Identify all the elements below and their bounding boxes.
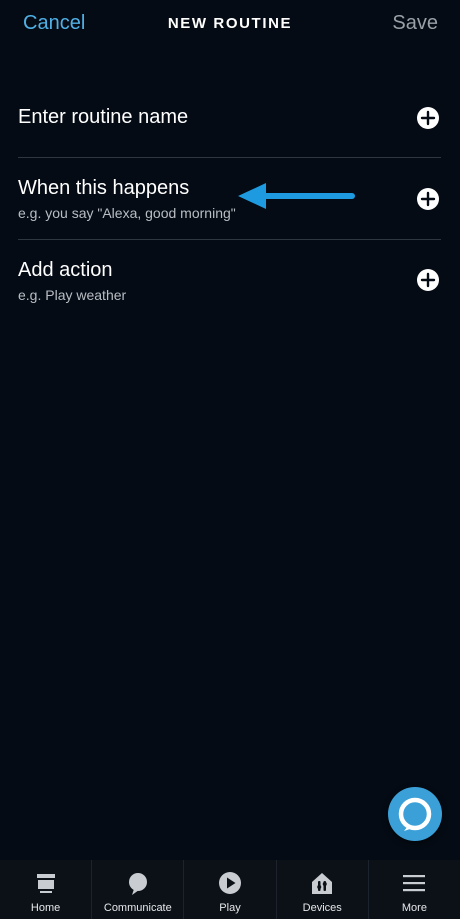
speech-bubble-icon: [128, 873, 147, 895]
add-action-hint: e.g. Play weather: [18, 287, 127, 303]
tab-devices[interactable]: Devices: [277, 860, 369, 919]
tab-play-label: Play: [219, 902, 241, 914]
add-trigger-plus-icon[interactable]: [417, 188, 439, 210]
divider: [18, 239, 441, 240]
alexa-icon: [398, 797, 432, 831]
add-name-plus-icon[interactable]: [417, 107, 439, 129]
devices-icon: [312, 873, 333, 894]
home-icon: [36, 874, 55, 893]
play-icon: [219, 872, 241, 894]
tab-home[interactable]: Home: [0, 860, 93, 919]
tab-play[interactable]: Play: [184, 860, 277, 919]
save-button[interactable]: Save: [392, 12, 438, 35]
tab-home-label: Home: [30, 902, 61, 914]
menu-icon: [403, 875, 426, 892]
add-action-row[interactable]: Add action e.g. Play weather: [18, 259, 441, 309]
add-action-label: Add action: [18, 259, 113, 281]
tab-devices-label: Devices: [302, 902, 342, 914]
arrow-left-icon: [238, 183, 355, 209]
routine-name-label: Enter routine name: [18, 106, 189, 128]
when-this-happens-hint: e.g. you say "Alexa, good morning": [18, 205, 236, 221]
tab-communicate-label: Communicate: [103, 902, 172, 914]
when-this-happens-row[interactable]: When this happens e.g. you say "Alexa, g…: [18, 177, 441, 227]
top-bar: Cancel NEW ROUTINE Save: [0, 0, 460, 52]
page-title: NEW ROUTINE: [167, 15, 293, 32]
tab-more[interactable]: More: [369, 860, 460, 919]
add-action-plus-icon[interactable]: [417, 269, 439, 291]
tab-more-label: More: [401, 902, 427, 914]
bottom-tab-bar: Home Communicate Play Devices More: [0, 860, 460, 919]
alexa-button[interactable]: [388, 787, 442, 841]
when-this-happens-label: When this happens: [18, 177, 190, 199]
routine-name-row[interactable]: Enter routine name: [18, 106, 441, 136]
divider: [18, 157, 441, 158]
tab-communicate[interactable]: Communicate: [92, 860, 185, 919]
